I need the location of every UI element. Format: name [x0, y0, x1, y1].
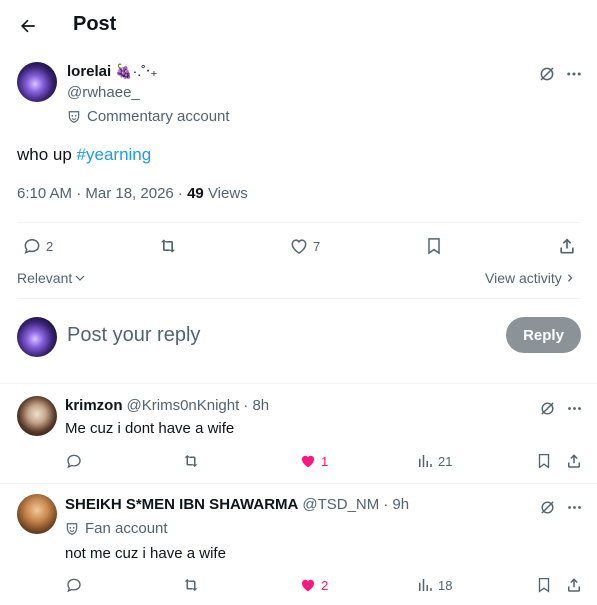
share-action[interactable]	[565, 576, 583, 594]
reply-text: Me cuz i dont have a wife	[65, 420, 235, 437]
like-count: 1	[321, 453, 329, 469]
heart-filled-icon	[302, 579, 314, 592]
more-icon	[567, 505, 581, 509]
divider	[0, 483, 597, 484]
views-action[interactable]: 18	[416, 576, 452, 594]
page-title: Post	[73, 13, 117, 35]
account-label-text: Fan account	[85, 520, 168, 537]
reply-author-name[interactable]: krimzon	[65, 397, 123, 414]
views-action[interactable]: 21	[416, 452, 452, 470]
reply-action[interactable]: 2	[22, 236, 53, 256]
reply-avatar[interactable]	[17, 396, 57, 436]
heart-filled-icon	[302, 455, 314, 468]
like-action[interactable]: 2	[299, 576, 328, 594]
bookmark-icon	[538, 577, 550, 593]
masks-icon	[66, 522, 78, 535]
analytics-icon	[419, 579, 432, 591]
post-time[interactable]: 6:10 AM · Mar 18, 2026 ·	[17, 185, 187, 202]
reply-header: krimzon @Krims0nKnight · 8h	[65, 397, 269, 414]
bookmark-icon	[428, 238, 440, 255]
grok-icon[interactable]	[536, 397, 558, 419]
views-count: 18	[438, 577, 453, 593]
post-text: who up #yearning	[17, 145, 151, 165]
grok-icon-glyph	[540, 500, 554, 514]
bookmark-action[interactable]	[535, 576, 553, 594]
reply-icon	[67, 454, 81, 469]
bookmark-icon	[538, 453, 550, 469]
like-count: 2	[321, 577, 329, 593]
sort-dropdown[interactable]: Relevant	[17, 270, 86, 286]
grok-icon[interactable]	[536, 63, 558, 85]
more-options-button[interactable]	[563, 496, 585, 518]
account-label-text: Commentary account	[87, 108, 230, 125]
divider	[17, 298, 580, 299]
chevron-right-icon	[567, 274, 573, 282]
back-button[interactable]	[10, 8, 46, 44]
hashtag-link[interactable]: #yearning	[77, 145, 152, 164]
reply-button[interactable]: Reply	[506, 317, 581, 353]
post-text-content: who up	[17, 145, 77, 164]
more-options-button[interactable]	[563, 397, 585, 419]
views-count: 21	[438, 453, 453, 469]
avatar[interactable]	[17, 62, 57, 102]
share-icon	[560, 238, 574, 254]
views-label: Views	[203, 185, 248, 202]
like-action[interactable]: 7	[289, 236, 320, 256]
repost-action[interactable]	[181, 452, 201, 470]
masks-icon	[68, 110, 80, 123]
reply-author-handle[interactable]: @Krims0nKnight	[127, 397, 240, 414]
grok-icon[interactable]	[536, 496, 558, 518]
author-name[interactable]: lorelai	[67, 63, 111, 80]
reply-count: 2	[46, 238, 54, 254]
author-emoji: 🍇·.˚‧₊	[115, 63, 158, 79]
more-icon	[567, 72, 581, 76]
heart-icon	[291, 239, 307, 254]
like-action[interactable]: 1	[299, 452, 328, 470]
share-action[interactable]	[565, 452, 583, 470]
reply-author-handle[interactable]: @TSD_NM	[302, 496, 379, 513]
account-label: Fan account	[65, 520, 168, 537]
view-activity-link[interactable]: View activity	[485, 270, 575, 286]
views-count: 49	[187, 185, 204, 202]
more-icon	[567, 406, 581, 410]
reply-input[interactable]: Post your reply	[67, 324, 200, 347]
share-icon	[568, 578, 580, 592]
account-label: Commentary account	[67, 108, 230, 125]
bookmark-action[interactable]	[424, 236, 444, 256]
repost-action[interactable]	[157, 236, 179, 256]
author-line: lorelai 🍇·.˚‧₊	[67, 63, 158, 80]
grok-icon-glyph	[540, 401, 554, 415]
sort-label: Relevant	[17, 270, 73, 286]
reply-time[interactable]: · 8h	[243, 397, 269, 414]
grok-icon-glyph	[540, 67, 554, 81]
chevron-down-icon	[75, 275, 85, 281]
composer-avatar	[17, 317, 57, 357]
repost-icon	[184, 455, 198, 467]
reply-time[interactable]: · 9h	[383, 496, 409, 513]
more-options-button[interactable]	[563, 63, 585, 85]
view-activity-label: View activity	[485, 270, 562, 286]
reply-header: SHEIKH S*MEN IBN SHAWARMA @TSD_NM · 9h	[65, 496, 409, 513]
divider	[17, 222, 580, 223]
reply-action[interactable]	[65, 576, 83, 594]
reply-icon	[67, 578, 81, 593]
divider	[0, 383, 597, 384]
like-count: 7	[313, 238, 321, 254]
repost-action[interactable]	[181, 576, 201, 594]
bookmark-action[interactable]	[535, 452, 553, 470]
share-action[interactable]	[557, 236, 577, 256]
reply-avatar[interactable]	[17, 494, 57, 534]
post-meta: 6:10 AM · Mar 18, 2026 · 49 Views	[17, 185, 248, 202]
reply-text: not me cuz i have a wife	[65, 545, 226, 562]
reply-icon	[24, 238, 40, 255]
repost-icon	[184, 579, 198, 591]
analytics-icon	[419, 455, 432, 467]
arrow-left-icon	[21, 19, 35, 33]
repost-icon	[160, 239, 176, 253]
reply-author-name[interactable]: SHEIKH S*MEN IBN SHAWARMA	[65, 496, 298, 513]
share-icon	[568, 454, 580, 468]
reply-action[interactable]	[65, 452, 83, 470]
author-handle[interactable]: @rwhaee_	[67, 84, 140, 101]
